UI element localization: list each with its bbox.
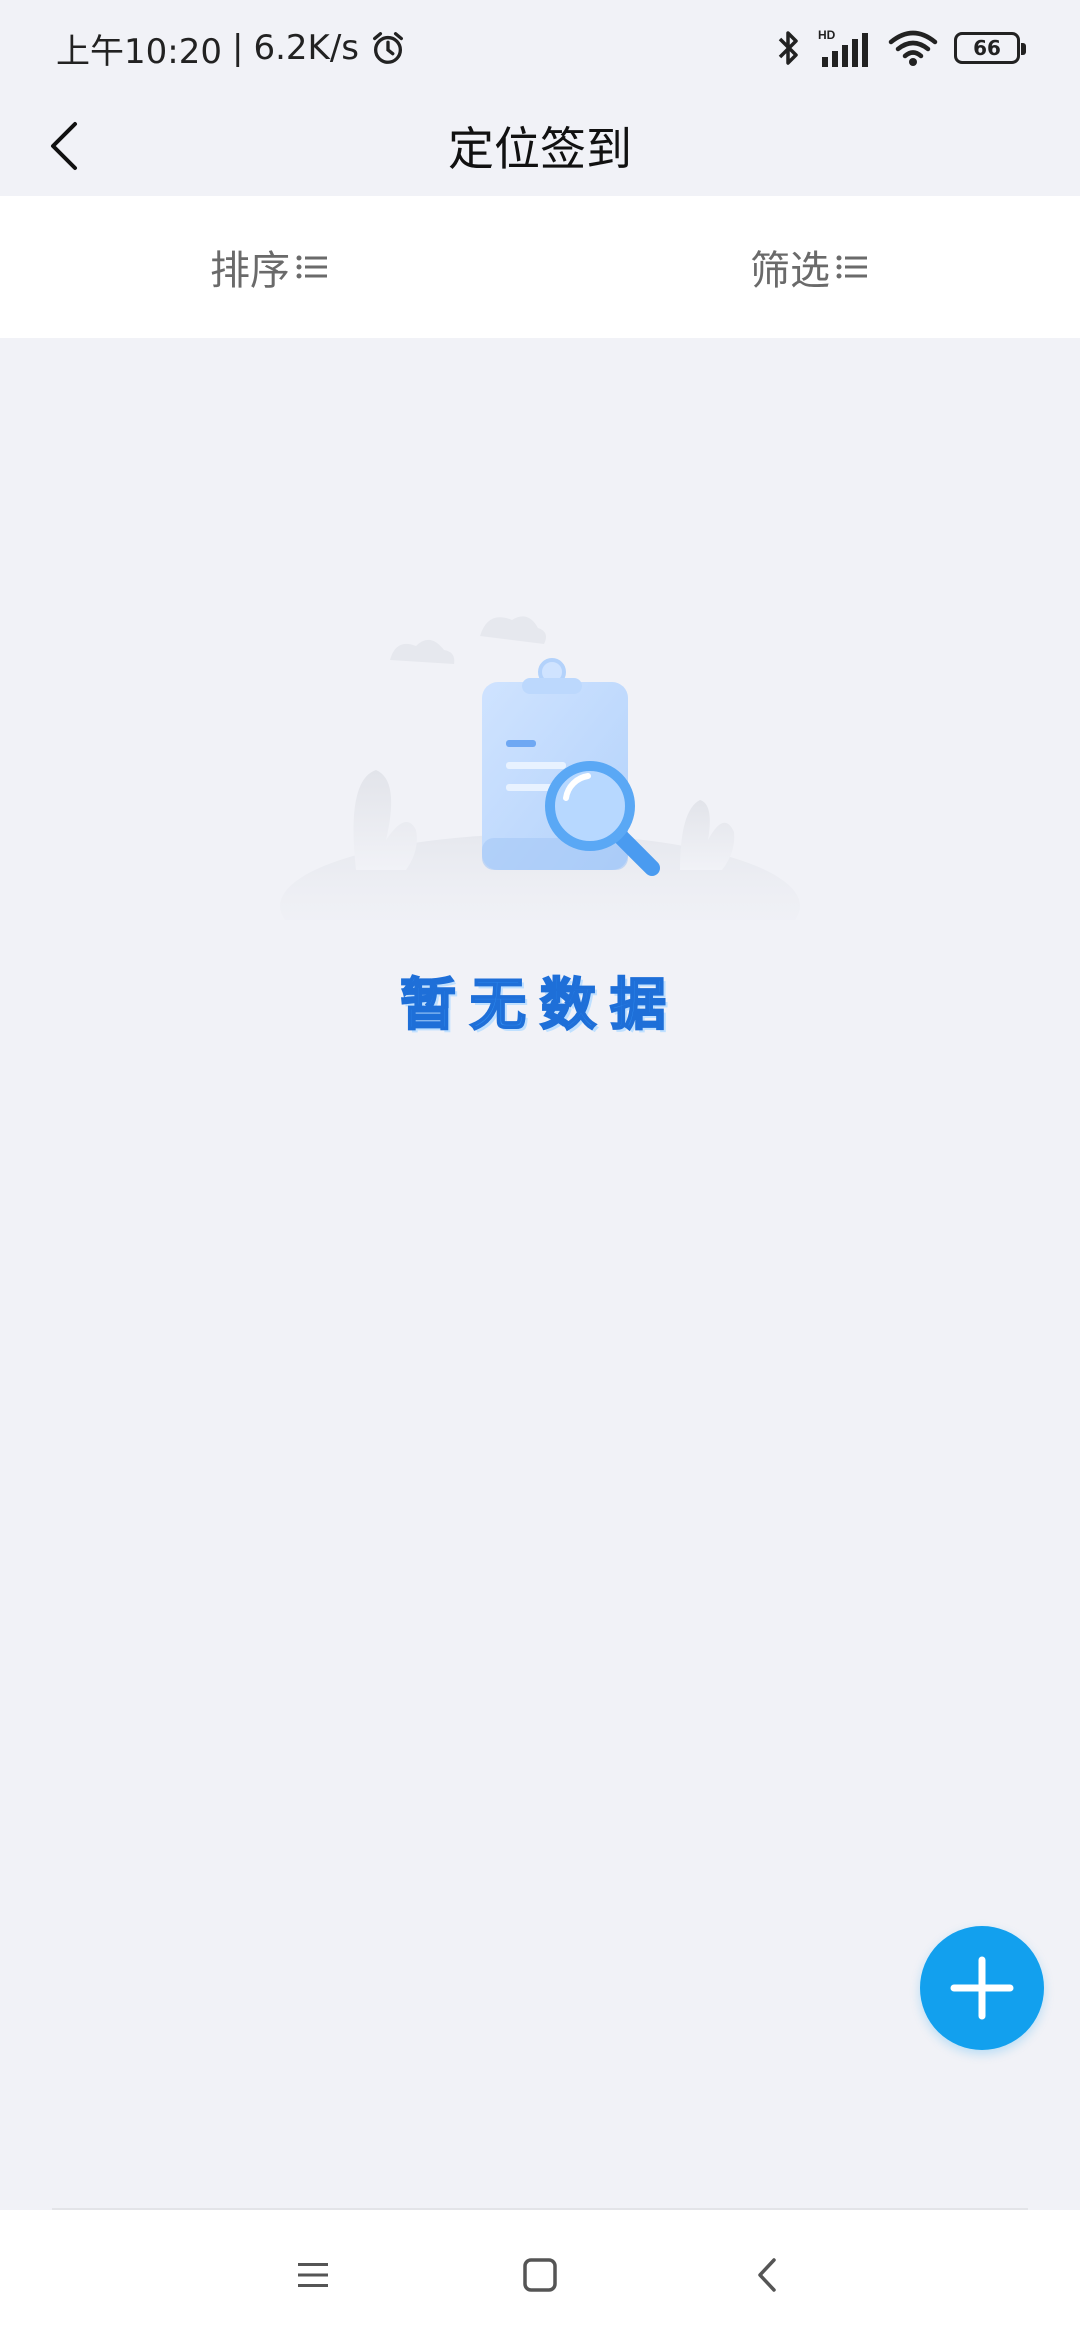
home-icon bbox=[523, 2258, 557, 2292]
sort-label: 排序 bbox=[210, 248, 290, 294]
empty-message: 暂无数据 bbox=[399, 972, 680, 1039]
plus-icon bbox=[950, 1956, 1014, 2020]
back-button[interactable] bbox=[32, 114, 96, 178]
clipboard-magnifier-illustration bbox=[280, 616, 800, 920]
menu-button[interactable] bbox=[283, 2245, 343, 2305]
page: 上午10:20 | 6.2K/s HD 66 定位签到 排序 筛选 暂无数据 bbox=[0, 0, 1080, 2340]
wifi-icon bbox=[888, 30, 938, 66]
status-time: 上午10:20 bbox=[56, 31, 222, 72]
filter-button[interactable]: 筛选 bbox=[540, 196, 1080, 338]
battery-level: 66 bbox=[973, 36, 1001, 60]
alarm-icon bbox=[373, 32, 403, 64]
home-button[interactable] bbox=[510, 2245, 570, 2305]
bluetooth-icon bbox=[778, 31, 798, 65]
back-icon bbox=[757, 2258, 776, 2292]
filter-label: 筛选 bbox=[750, 248, 830, 294]
battery-icon: 66 bbox=[954, 32, 1026, 64]
list-icon bbox=[836, 255, 867, 279]
status-bar: 上午10:20 | 6.2K/s HD 66 bbox=[0, 0, 1080, 96]
hd-signal-icon: HD bbox=[818, 28, 868, 67]
menu-icon bbox=[298, 2263, 329, 2287]
title-bar: 定位签到 bbox=[0, 96, 1080, 196]
status-right: HD 66 bbox=[774, 27, 1026, 69]
sort-button[interactable]: 排序 bbox=[0, 196, 540, 338]
status-left: 上午10:20 | 6.2K/s bbox=[56, 24, 407, 73]
filter-bar: 排序 筛选 bbox=[0, 196, 1080, 338]
page-title: 定位签到 bbox=[448, 122, 632, 176]
empty-state: 暂无数据 bbox=[0, 600, 1080, 1060]
status-separator: | bbox=[231, 28, 244, 68]
add-button[interactable] bbox=[920, 1926, 1044, 2050]
nav-back-button[interactable] bbox=[737, 2245, 797, 2305]
list-icon bbox=[296, 255, 327, 279]
chevron-left-icon bbox=[51, 122, 77, 170]
svg-text:HD: HD bbox=[818, 28, 836, 42]
status-net-speed: 6.2K/s bbox=[253, 28, 359, 68]
system-nav-bar bbox=[0, 2210, 1080, 2340]
